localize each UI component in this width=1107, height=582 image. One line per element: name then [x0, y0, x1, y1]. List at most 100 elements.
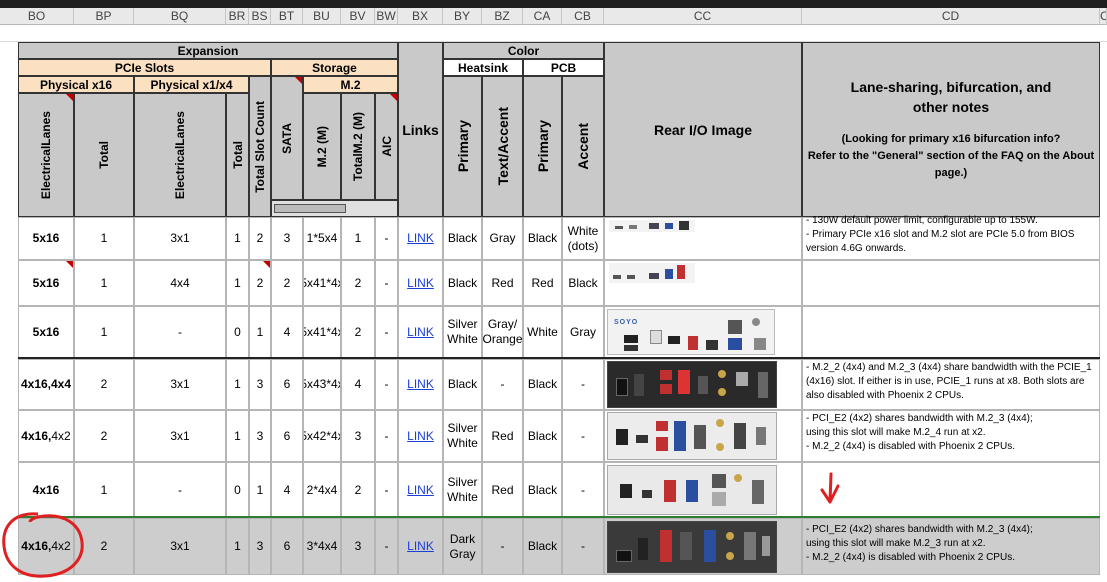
cell-pcb-primary[interactable]: Black [523, 462, 562, 518]
cell-bq[interactable]: - [134, 306, 226, 358]
column-header-bx[interactable]: BX [398, 8, 443, 25]
cell-bt[interactable]: 6 [271, 359, 303, 410]
cell-bt[interactable]: 4 [271, 462, 303, 518]
cell-bu[interactable]: 2*4x4 [303, 462, 341, 518]
cell-bs[interactable]: 3 [249, 359, 271, 410]
cell-pcb-accent[interactable]: - [562, 462, 604, 518]
link[interactable]: LINK [407, 377, 434, 392]
cell-bs[interactable]: 2 [249, 217, 271, 260]
cell-heatsink-accent[interactable]: - [482, 518, 523, 575]
cell-notes[interactable] [802, 462, 1100, 518]
column-header-br[interactable]: BR [226, 8, 249, 25]
column-header-cb[interactable]: CB [562, 8, 604, 25]
cell-bv[interactable]: 2 [341, 462, 375, 518]
column-header-next[interactable]: C [1100, 8, 1107, 25]
cell-bs[interactable]: 3 [249, 518, 271, 575]
cell-bq[interactable]: 3x1 [134, 217, 226, 260]
cell-br[interactable]: 1 [226, 260, 249, 306]
cell-bq[interactable]: 3x1 [134, 359, 226, 410]
cell-rear-io[interactable] [604, 410, 802, 462]
cell-rear-io[interactable] [604, 518, 802, 575]
cell-heatsink-accent[interactable]: Red [482, 462, 523, 518]
column-header-cc[interactable]: CC [604, 8, 802, 25]
cell-bt[interactable]: 6 [271, 518, 303, 575]
cell-bo[interactable]: 5x16 [18, 260, 74, 306]
cell-bw[interactable]: - [375, 217, 398, 260]
cell-bw[interactable]: - [375, 410, 398, 462]
cell-bp[interactable]: 1 [74, 260, 134, 306]
column-header-cd[interactable]: CD [802, 8, 1100, 25]
cell-bq[interactable]: 4x4 [134, 260, 226, 306]
cell-bu[interactable]: 5x41*4x [303, 306, 341, 358]
cell-bu[interactable]: 3*4x4 [303, 518, 341, 575]
cell-bs[interactable]: 2 [249, 260, 271, 306]
cell-bo[interactable]: 5x16 [18, 217, 74, 260]
cell-bq[interactable]: - [134, 462, 226, 518]
cell-bw[interactable]: - [375, 359, 398, 410]
cell-bv[interactable]: 3 [341, 410, 375, 462]
cell-bt[interactable]: 3 [271, 217, 303, 260]
cell-bv[interactable]: 4 [341, 359, 375, 410]
link[interactable]: LINK [407, 429, 434, 444]
cell-pcb-primary[interactable]: Black [523, 518, 562, 575]
link[interactable]: LINK [407, 276, 434, 291]
cell-bo[interactable]: 4x16,4x4 [18, 359, 74, 410]
cell-pcb-accent[interactable]: Gray [562, 306, 604, 358]
cell-br[interactable]: 1 [226, 410, 249, 462]
cell-bp[interactable]: 1 [74, 306, 134, 358]
cell-bw[interactable]: - [375, 306, 398, 358]
cell-bs[interactable]: 3 [249, 410, 271, 462]
cell-br[interactable]: 1 [226, 359, 249, 410]
cell-heatsink-accent[interactable]: Gray/Orange [482, 306, 523, 358]
cell-rear-io[interactable] [604, 462, 802, 518]
cell-notes[interactable]: - M.2_2 (4x4) and M.2_3 (4x4) share band… [802, 359, 1100, 410]
cell-bw[interactable]: - [375, 462, 398, 518]
cell-bq[interactable]: 3x1 [134, 518, 226, 575]
cell-bt[interactable]: 2 [271, 260, 303, 306]
cell-pcb-accent[interactable]: Black [562, 260, 604, 306]
cell-bu[interactable]: 5x41*4x [303, 260, 341, 306]
cell-notes[interactable] [802, 260, 1100, 306]
cell-pcb-primary[interactable]: Red [523, 260, 562, 306]
cell-link[interactable]: LINK [398, 306, 443, 358]
link[interactable]: LINK [407, 231, 434, 246]
cell-link[interactable]: LINK [398, 359, 443, 410]
link[interactable]: LINK [407, 325, 434, 340]
cell-pcb-primary[interactable]: Black [523, 359, 562, 410]
cell-heatsink-primary[interactable]: Silver White [443, 410, 482, 462]
column-header-by[interactable]: BY [443, 8, 482, 25]
cell-pcb-accent[interactable]: - [562, 359, 604, 410]
cell-bo[interactable]: 5x16 [18, 306, 74, 358]
cell-rear-io[interactable]: SOYO [604, 306, 802, 358]
cell-br[interactable]: 1 [226, 518, 249, 575]
cell-bp[interactable]: 1 [74, 217, 134, 260]
cell-br[interactable]: 0 [226, 306, 249, 358]
cell-bv[interactable]: 3 [341, 518, 375, 575]
cell-rear-io[interactable] [604, 217, 802, 260]
cell-bv[interactable]: 2 [341, 260, 375, 306]
column-header-bo[interactable]: BO [0, 8, 74, 25]
cell-pcb-accent[interactable]: - [562, 518, 604, 575]
cell-bs[interactable]: 1 [249, 306, 271, 358]
cell-bu[interactable]: 1*5x4 [303, 217, 341, 260]
cell-bw[interactable]: - [375, 518, 398, 575]
cell-rear-io[interactable] [604, 260, 802, 306]
cell-heatsink-primary[interactable]: Black [443, 217, 482, 260]
cell-notes[interactable]: - PCI_E2 (4x2) shares bandwidth with M.2… [802, 518, 1100, 575]
cell-link[interactable]: LINK [398, 518, 443, 575]
link[interactable]: LINK [407, 483, 434, 498]
column-header-bt[interactable]: BT [271, 8, 303, 25]
cell-notes[interactable]: - 130W default power limit, configurable… [802, 215, 1100, 260]
cell-notes[interactable]: - PCI_E2 (4x2) shares bandwidth with M.2… [802, 410, 1100, 462]
cell-heatsink-primary[interactable]: Silver White [443, 306, 482, 358]
cell-heatsink-primary[interactable]: Black [443, 359, 482, 410]
column-header-ca[interactable]: CA [523, 8, 562, 25]
column-header-bp[interactable]: BP [74, 8, 134, 25]
cell-bu[interactable]: 5x43*4x [303, 359, 341, 410]
cell-br[interactable]: 0 [226, 462, 249, 518]
cell-bw[interactable]: - [375, 260, 398, 306]
cell-bt[interactable]: 4 [271, 306, 303, 358]
cell-link[interactable]: LINK [398, 410, 443, 462]
cell-bp[interactable]: 2 [74, 359, 134, 410]
cell-link[interactable]: LINK [398, 260, 443, 306]
